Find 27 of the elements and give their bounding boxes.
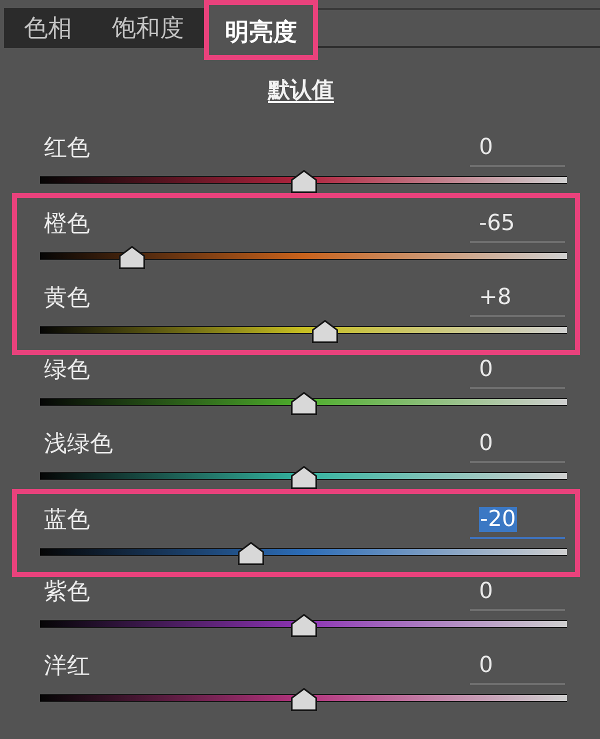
- value-field[interactable]: 0: [470, 428, 565, 463]
- slider-label: 紫色: [43, 578, 90, 607]
- slider-thumb[interactable]: [290, 466, 316, 489]
- slider-label: 蓝色: [43, 506, 90, 535]
- slider-thumb[interactable]: [290, 392, 316, 415]
- value-field[interactable]: -65: [470, 208, 565, 243]
- slider-label: 红色: [43, 134, 90, 163]
- value-field[interactable]: 0: [470, 650, 565, 685]
- slider-label: 黄色: [43, 284, 90, 313]
- value-field[interactable]: 0: [470, 132, 565, 167]
- slider-label: 橙色: [43, 210, 90, 239]
- slider-thumb[interactable]: [238, 542, 264, 565]
- value-field[interactable]: +8: [470, 282, 565, 317]
- value-field[interactable]: 0: [470, 354, 565, 389]
- slider-thumb[interactable]: [290, 170, 316, 193]
- tab[interactable]: 饱和度: [92, 8, 204, 48]
- slider-label: 洋红: [43, 652, 90, 681]
- value-field[interactable]: -20: [470, 504, 565, 539]
- value-field[interactable]: 0: [470, 576, 565, 611]
- slider-label: 绿色: [43, 356, 90, 385]
- reset-link[interactable]: 默认值: [268, 77, 334, 105]
- slider-thumb[interactable]: [290, 688, 316, 711]
- slider-thumb[interactable]: [312, 320, 338, 343]
- slider-thumb[interactable]: [290, 614, 316, 637]
- slider-thumb[interactable]: [119, 246, 146, 269]
- tab[interactable]: 色相: [4, 8, 92, 48]
- slider-label: 浅绿色: [43, 430, 113, 459]
